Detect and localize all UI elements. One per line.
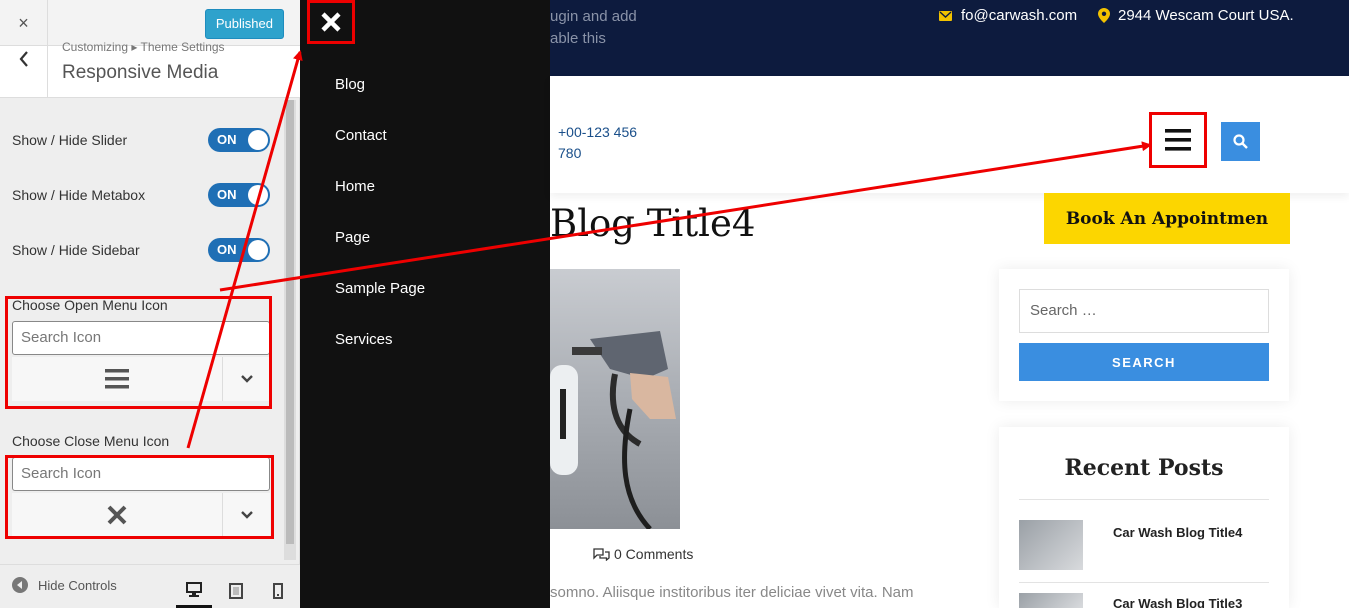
toggle-row-sidebar: Show / Hide Sidebar ON bbox=[12, 237, 270, 263]
section-title: Responsive Media bbox=[62, 62, 219, 83]
preview-tablet-button[interactable] bbox=[218, 573, 254, 608]
recent-post-thumbnail[interactable] bbox=[1019, 593, 1083, 608]
close-menu-icon-label: Choose Close Menu Icon bbox=[12, 433, 170, 449]
book-appointment-button[interactable]: Book An Appointmen bbox=[1044, 193, 1290, 244]
preview-mobile-button[interactable] bbox=[260, 573, 296, 608]
notice-line: ugin and add bbox=[550, 8, 637, 25]
map-marker-icon bbox=[1098, 8, 1110, 23]
toggle-row-metabox: Show / Hide Metabox ON bbox=[12, 182, 270, 208]
recent-post-link[interactable]: Car Wash Blog Title4 bbox=[1113, 525, 1242, 540]
annotation-box-open-icon bbox=[5, 296, 272, 409]
customizer-scroll-thumb[interactable] bbox=[286, 100, 294, 544]
notice-line: able this bbox=[550, 30, 606, 47]
header-search-button[interactable] bbox=[1221, 122, 1260, 161]
recent-posts-title: Recent Posts bbox=[1064, 455, 1224, 481]
preview-desktop-button[interactable] bbox=[176, 573, 212, 608]
publish-button[interactable]: Published bbox=[204, 9, 284, 39]
toggle-label: Show / Hide Slider bbox=[12, 132, 128, 148]
toggle-label: Show / Hide Metabox bbox=[12, 187, 146, 203]
back-button[interactable] bbox=[0, 46, 48, 98]
sidebar-search-button[interactable]: SEARCH bbox=[1019, 343, 1269, 381]
toggle-state: ON bbox=[217, 132, 237, 147]
slider-toggle[interactable]: ON bbox=[208, 128, 270, 152]
address-text: 2944 Wescam Court USA. bbox=[1118, 7, 1294, 24]
menu-item-sample-page[interactable]: Sample Page bbox=[335, 280, 425, 297]
email-text: fo@carwash.com bbox=[961, 7, 1078, 24]
toggle-state: ON bbox=[217, 242, 237, 257]
menu-item-services[interactable]: Services bbox=[335, 331, 393, 348]
topbar-notice: ugin and add able this bbox=[550, 6, 637, 50]
post-image[interactable] bbox=[550, 269, 680, 529]
comments-icon bbox=[593, 547, 610, 561]
search-icon bbox=[1233, 134, 1248, 149]
toggle-label: Show / Hide Sidebar bbox=[12, 242, 140, 258]
site-header: +00-123 456 780 bbox=[550, 76, 1349, 193]
search-widget: Search … SEARCH bbox=[999, 269, 1289, 401]
menu-item-home[interactable]: Home bbox=[335, 178, 375, 195]
sidebar-toggle[interactable]: ON bbox=[208, 238, 270, 262]
phone-line: +00-123 456 bbox=[558, 124, 638, 140]
customizer-panel: × Published Customizing ▸ Theme Settings… bbox=[0, 0, 300, 608]
customizer-footer: Hide Controls bbox=[0, 564, 300, 608]
breadcrumb: Customizing ▸ Theme Settings bbox=[62, 40, 225, 54]
separator bbox=[1019, 582, 1269, 583]
chevron-left-icon bbox=[19, 51, 28, 67]
menu-item-contact[interactable]: Contact bbox=[335, 127, 387, 144]
post-title[interactable]: Blog Title4 bbox=[550, 202, 755, 245]
header-phone[interactable]: +00-123 456 780 bbox=[558, 122, 658, 164]
close-icon bbox=[321, 12, 341, 32]
envelope-icon bbox=[939, 11, 952, 21]
toggle-row-slider: Show / Hide Slider ON bbox=[12, 127, 270, 153]
topbar-address: 2944 Wescam Court USA. bbox=[1098, 7, 1294, 24]
metabox-toggle[interactable]: ON bbox=[208, 183, 270, 207]
topbar-email[interactable]: fo@carwash.com bbox=[938, 7, 1077, 24]
post-comments-link[interactable]: 0 Comments bbox=[593, 546, 693, 562]
post-excerpt: somno. Aliisque institoribus iter delici… bbox=[550, 584, 914, 601]
arrow-left-circle-icon bbox=[12, 577, 28, 593]
separator bbox=[1019, 499, 1269, 500]
sidebar-search-input[interactable]: Search … bbox=[1019, 289, 1269, 333]
hide-controls-button[interactable]: Hide Controls bbox=[12, 577, 117, 593]
phone-line: 780 bbox=[558, 145, 582, 161]
section-header: Customizing ▸ Theme Settings Responsive … bbox=[0, 40, 300, 98]
site-topbar: ugin and add able this fo@carwash.com 29… bbox=[550, 0, 1349, 76]
recent-post-thumbnail[interactable] bbox=[1019, 520, 1083, 570]
menu-close-button[interactable] bbox=[307, 0, 355, 44]
offcanvas-menu: Blog Contact Home Page Sample Page Servi… bbox=[300, 0, 550, 608]
tablet-icon bbox=[229, 583, 243, 599]
recent-post-link[interactable]: Car Wash Blog Title3 bbox=[1113, 596, 1242, 608]
menu-item-blog[interactable]: Blog bbox=[335, 76, 365, 93]
recent-posts-widget: Recent Posts Car Wash Blog Title4 Car Wa… bbox=[999, 427, 1289, 608]
menu-open-button[interactable] bbox=[1149, 112, 1207, 168]
menu-item-page[interactable]: Page bbox=[335, 229, 370, 246]
desktop-icon bbox=[186, 581, 202, 597]
pressure-washer-image bbox=[550, 331, 676, 529]
mobile-icon bbox=[273, 583, 283, 599]
close-icon: × bbox=[18, 12, 29, 33]
annotation-box-close-icon bbox=[5, 455, 274, 539]
hide-controls-label: Hide Controls bbox=[38, 577, 117, 593]
close-customizer-button[interactable]: × bbox=[0, 0, 48, 46]
bars-icon bbox=[1165, 129, 1191, 151]
comments-count: 0 Comments bbox=[614, 546, 694, 562]
toggle-state: ON bbox=[217, 187, 237, 202]
